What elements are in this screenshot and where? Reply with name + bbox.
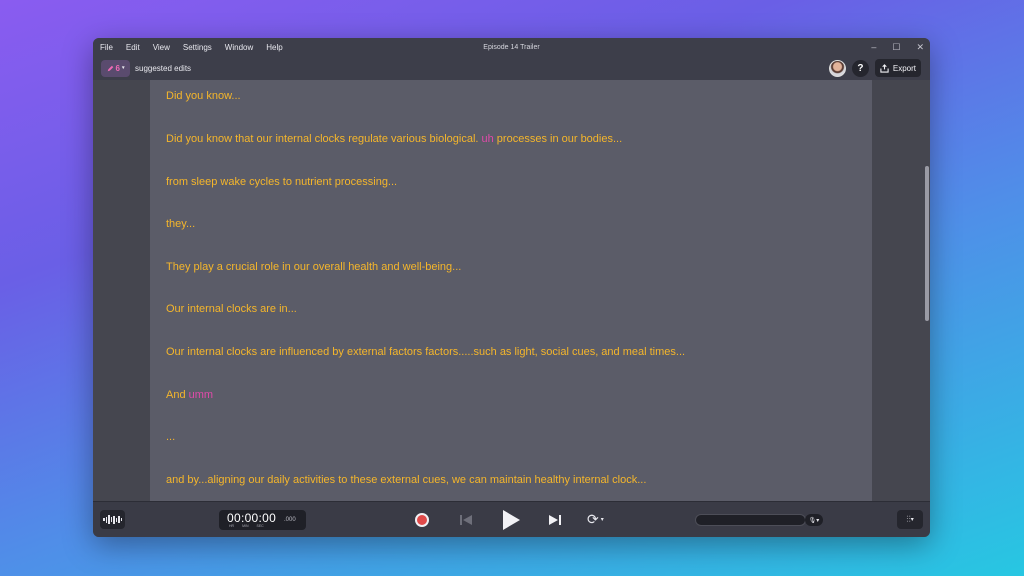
filler-word: umm xyxy=(188,389,214,401)
loop-icon: ⟳ xyxy=(587,511,599,527)
right-gutter xyxy=(872,80,930,501)
maximize-button[interactable]: ☐ xyxy=(892,42,900,53)
suggested-edits-button[interactable]: 6 ▾ xyxy=(101,59,130,77)
export-button[interactable]: Export xyxy=(874,59,921,77)
skip-back-icon[interactable] xyxy=(458,512,474,528)
timecode-units: HR MIN SEC xyxy=(229,524,264,528)
menu-window[interactable]: Window xyxy=(225,43,253,52)
mixer-button[interactable]: ⫶⫶ ▾ xyxy=(897,510,923,529)
close-button[interactable]: ✕ xyxy=(916,42,924,53)
transcript-line[interactable]: Did you know that our internal clocks re… xyxy=(166,133,622,145)
transport-bar: 00:00:00 .000 HR MIN SEC ⟳ ▾ 🎙 ▾ ⫶⫶ ▾ xyxy=(93,501,930,537)
transcript-document[interactable]: Did you know... Did you know that our in… xyxy=(150,80,872,501)
timecode-ms: .000 xyxy=(284,517,296,523)
menu-file[interactable]: File xyxy=(100,43,113,52)
waveform-icon xyxy=(103,515,122,524)
menu-help[interactable]: Help xyxy=(266,43,282,52)
chevron-down-icon: ▾ xyxy=(121,65,125,71)
toolbar: 6 ▾ suggested edits ? Export xyxy=(93,56,930,80)
menu: File Edit View Settings Window Help xyxy=(93,43,296,52)
loop-button[interactable]: ⟳ ▾ xyxy=(587,511,604,528)
timecode-display: 00:00:00 .000 HR MIN SEC xyxy=(219,510,306,530)
toolbar-right: ? Export xyxy=(828,59,921,77)
export-label: Export xyxy=(892,63,916,73)
edits-count: 6 xyxy=(115,63,120,73)
export-icon xyxy=(880,63,889,73)
transcript-line[interactable]: And umm xyxy=(166,389,213,401)
pencil-icon xyxy=(107,65,113,71)
transcript-line[interactable]: from sleep wake cycles to nutrient proce… xyxy=(166,176,397,188)
play-button[interactable] xyxy=(500,508,522,532)
left-gutter xyxy=(93,80,150,501)
transcript-line[interactable]: they... xyxy=(166,218,195,230)
transcript-line[interactable]: and by...aligning our daily activities t… xyxy=(166,474,646,486)
window-controls: – ☐ ✕ xyxy=(871,38,924,56)
timecode: 00:00:00 xyxy=(227,511,277,525)
skip-forward-icon[interactable] xyxy=(547,512,563,528)
transcript-line[interactable]: Our internal clocks are influenced by ex… xyxy=(166,346,685,358)
transcript-line[interactable]: Our internal clocks are in... xyxy=(166,303,297,315)
record-button[interactable] xyxy=(415,513,429,527)
transcript-line[interactable]: They play a crucial role in our overall … xyxy=(166,261,461,273)
level-meter xyxy=(695,514,806,526)
suggested-edits-label: suggested edits xyxy=(135,63,192,73)
waveform-button[interactable] xyxy=(100,510,125,529)
menu-edit[interactable]: Edit xyxy=(126,43,140,52)
menu-settings[interactable]: Settings xyxy=(183,43,212,52)
scrollbar-thumb[interactable] xyxy=(925,166,929,321)
mic-icon: 🎙 xyxy=(808,517,817,524)
mic-button[interactable]: 🎙 ▾ xyxy=(805,514,823,526)
menubar: File Edit View Settings Window Help Epis… xyxy=(93,38,930,56)
menu-view[interactable]: View xyxy=(153,43,170,52)
help-button[interactable]: ? xyxy=(851,59,869,77)
transcript-line[interactable]: Did you know... xyxy=(166,90,241,102)
avatar[interactable] xyxy=(828,59,846,77)
minimize-button[interactable]: – xyxy=(871,42,876,52)
chevron-down-icon: ▾ xyxy=(600,517,604,523)
filler-word: uh xyxy=(481,133,494,145)
transcript-line[interactable]: ... xyxy=(166,431,175,443)
app-window: File Edit View Settings Window Help Epis… xyxy=(93,38,930,537)
